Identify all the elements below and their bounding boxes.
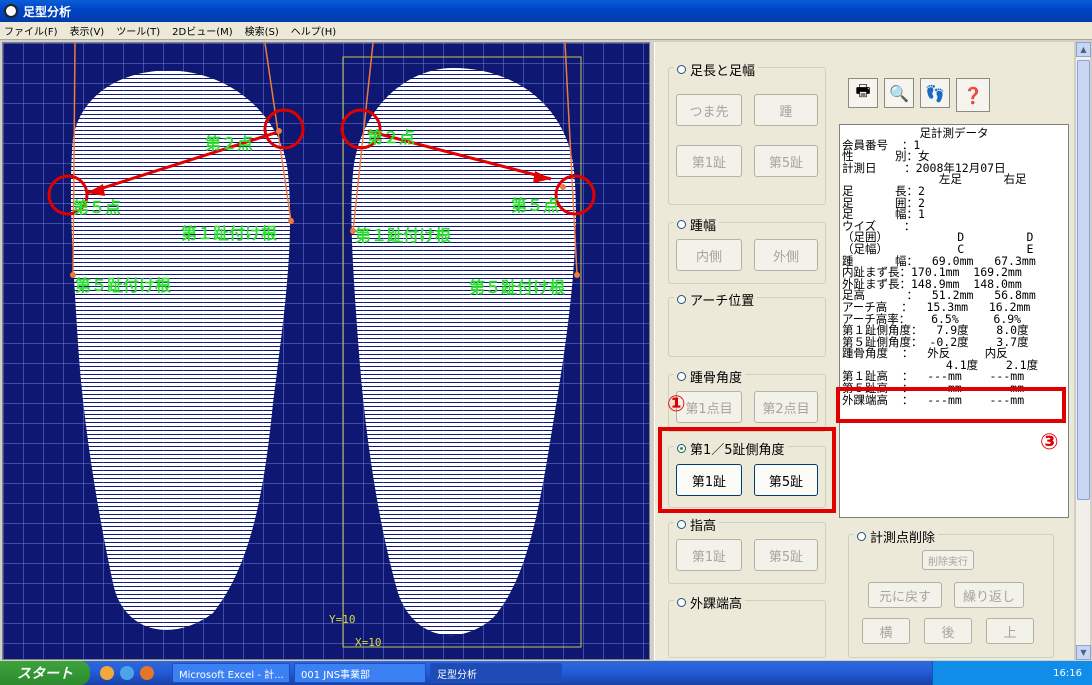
quicklaunch-icon-2[interactable]	[120, 666, 134, 680]
radio-length[interactable]	[677, 65, 686, 74]
radio-arch[interactable]	[677, 295, 686, 304]
y-marker: Y=10	[329, 613, 356, 626]
radio-ankle[interactable]	[677, 598, 686, 607]
menu-tools[interactable]: ツール(T)	[116, 23, 160, 38]
preview-icon[interactable]: 🔍	[884, 78, 914, 108]
group-length-label[interactable]: 足長と足幅	[674, 60, 759, 79]
x-marker: X=10	[355, 636, 382, 649]
quicklaunch-icon-1[interactable]	[100, 666, 114, 680]
highlight-box-1	[658, 427, 836, 513]
redo-button[interactable]: 繰り返し	[954, 582, 1024, 608]
menu-file[interactable]: ファイル(F)	[4, 23, 58, 38]
taskbar: スタート Microsoft Excel - 計... 001 JNS事業部 足…	[0, 661, 1092, 685]
left-foot	[70, 70, 291, 630]
panel-scrollbar[interactable]: ▲ ▼	[1075, 42, 1091, 660]
group-length	[668, 67, 826, 205]
heel-button[interactable]: 踵	[754, 94, 818, 126]
clock: 16:16	[1053, 667, 1082, 679]
label-left-toe5: 第５趾付け根	[75, 276, 171, 295]
quicklaunch-icon-3[interactable]	[140, 666, 154, 680]
point2-button[interactable]: 第2点目	[754, 391, 818, 423]
group-heel-angle-label[interactable]: 踵骨角度	[674, 367, 746, 386]
side-view-button[interactable]: 横	[862, 618, 910, 644]
top-view-button[interactable]: 上	[986, 618, 1034, 644]
scroll-thumb[interactable]	[1077, 60, 1090, 500]
point1-button[interactable]: 第1点目	[676, 391, 742, 423]
quick-launch	[100, 666, 154, 680]
group-ankle-label[interactable]: 外踝端高	[674, 593, 746, 612]
menu-search[interactable]: 検索(S)	[245, 23, 279, 38]
app-icon	[4, 4, 18, 18]
toe1-button-a[interactable]: 第1趾	[676, 145, 742, 177]
annotation-number-3: ③	[1040, 430, 1059, 455]
toe5-button-c[interactable]: 第5趾	[754, 539, 818, 571]
right-foot	[351, 68, 576, 636]
radio-finger-height[interactable]	[677, 520, 686, 529]
annotation-number-1: ①	[667, 392, 686, 417]
foot-model-icon[interactable]: 👣	[920, 78, 950, 108]
group-heel-width-label[interactable]: 踵幅	[674, 215, 720, 234]
scroll-down-icon[interactable]: ▼	[1076, 645, 1091, 660]
group-arch-label[interactable]: アーチ位置	[674, 290, 758, 309]
label-left-pt5: 第５点	[73, 198, 121, 217]
radio-heel-width[interactable]	[677, 220, 686, 229]
menu-view[interactable]: 表示(V)	[70, 23, 105, 38]
menu-help[interactable]: ヘルプ(H)	[291, 23, 336, 38]
foot-scan-svg: 第２点 第５点 第２点 第５点 第１趾付け根 第５趾付け根 第１趾付け根 第５趾…	[47, 43, 596, 649]
toe1-button-c[interactable]: 第1趾	[676, 539, 742, 571]
taskbar-item-excel[interactable]: Microsoft Excel - 計...	[172, 663, 290, 683]
start-button[interactable]: スタート	[0, 661, 90, 685]
radio-delete[interactable]	[857, 532, 866, 541]
help-icon[interactable]: ❓	[956, 78, 990, 112]
foot-scan-canvas[interactable]: 第２点 第５点 第２点 第５点 第１趾付け根 第５趾付け根 第１趾付け根 第５趾…	[2, 42, 650, 660]
radio-heel-angle[interactable]	[677, 372, 686, 381]
title-bar: 足型分析	[0, 0, 1092, 22]
taskbar-item-folder[interactable]: 001 JNS事業部	[294, 663, 426, 683]
menu-2dview[interactable]: 2Dビュー(M)	[172, 23, 233, 38]
label-right-toe1: 第１趾付け根	[355, 226, 451, 245]
label-right-toe5: 第５趾付け根	[469, 278, 565, 297]
toe-tip-button[interactable]: つま先	[676, 94, 742, 126]
group-finger-height-label[interactable]: 指高	[674, 515, 720, 534]
group-delete-label[interactable]: 計測点削除	[854, 527, 939, 546]
label-right-pt5: 第５点	[511, 196, 559, 215]
undo-button[interactable]: 元に戻す	[868, 582, 942, 608]
outer-button[interactable]: 外側	[754, 239, 818, 271]
inner-button[interactable]: 内側	[676, 239, 742, 271]
label-left-toe1: 第１趾付け根	[181, 224, 277, 243]
taskbar-item-footscan[interactable]: 足型分析	[430, 663, 562, 683]
highlight-box-3	[836, 387, 1066, 423]
measurement-data-panel: 足計測データ 会員番号 ：1 性 別：女 計測日 ：2008年12月07日 左足 右足…	[839, 124, 1069, 518]
system-tray: 16:16	[932, 661, 1092, 685]
menu-bar: ファイル(F) 表示(V) ツール(T) 2Dビュー(M) 検索(S) ヘルプ(…	[0, 22, 1092, 40]
scroll-up-icon[interactable]: ▲	[1076, 42, 1091, 57]
printer-icon[interactable]: 🖶	[848, 78, 878, 108]
window-title: 足型分析	[23, 4, 72, 19]
toe5-button-a[interactable]: 第5趾	[754, 145, 818, 177]
label-left-pt2: 第２点	[205, 134, 253, 153]
back-view-button[interactable]: 後	[924, 618, 972, 644]
label-right-pt2: 第２点	[367, 128, 415, 147]
delete-exec-button[interactable]: 削除実行	[922, 550, 974, 570]
